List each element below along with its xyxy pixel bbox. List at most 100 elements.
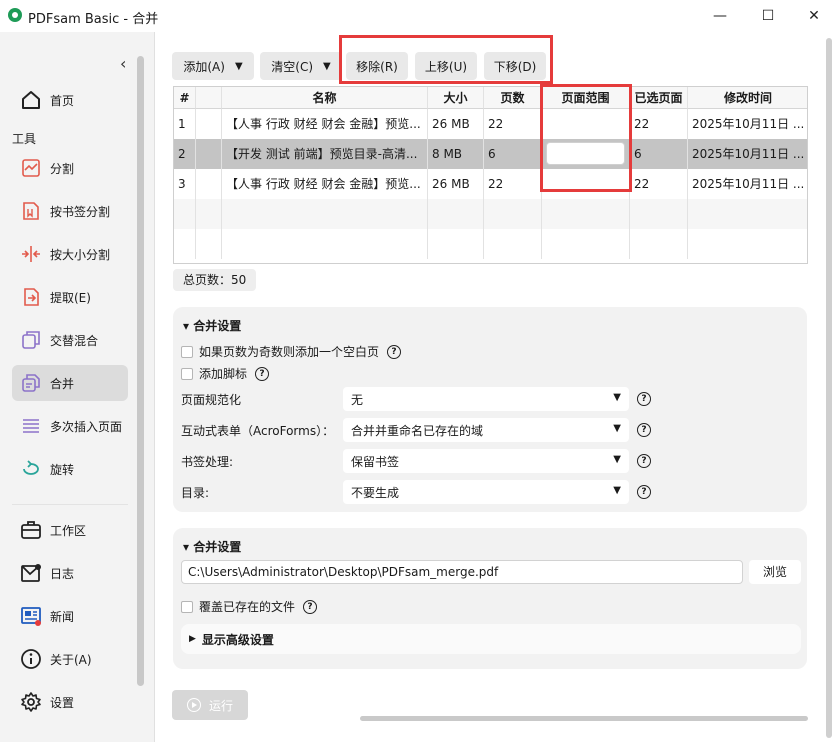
sidebar-item-split-size[interactable]: 按大小分割 bbox=[12, 236, 128, 272]
checkbox-box[interactable] bbox=[181, 345, 193, 358]
row-number: 1 bbox=[174, 109, 196, 139]
add-button[interactable]: 添加(A) ▼ bbox=[172, 52, 254, 80]
sidebar-item-label: 设置 bbox=[50, 695, 75, 710]
sidebar-item-extract[interactable]: 提取(E) bbox=[12, 279, 128, 315]
selected-pages: 22 bbox=[630, 109, 688, 139]
clear-button-label: 清空(C) bbox=[271, 59, 314, 74]
collapse-sidebar-button[interactable]: ‹ bbox=[120, 54, 126, 73]
help-icon[interactable]: ? bbox=[637, 454, 651, 468]
chevron-down-icon: ▼ bbox=[234, 60, 243, 72]
table-row[interactable]: 1 【人事 行政 财经 财会 金融】预览... 26 MB 22 22 2025… bbox=[174, 109, 807, 139]
checkbox-box[interactable] bbox=[181, 600, 193, 613]
run-button-label: 运行 bbox=[208, 698, 233, 713]
column-header[interactable]: 已选页面 bbox=[630, 87, 688, 109]
page-count: 22 bbox=[484, 169, 542, 199]
merge-settings-title[interactable]: ▾ 合并设置 bbox=[183, 317, 241, 334]
file-size: 26 MB bbox=[428, 169, 484, 199]
row-icon-cell bbox=[196, 109, 222, 139]
help-icon[interactable]: ? bbox=[255, 366, 270, 381]
sidebar-item-about[interactable]: 关于(A) bbox=[12, 641, 128, 677]
select-value: 保留书签 bbox=[351, 454, 400, 469]
empty-cell bbox=[196, 229, 222, 259]
advanced-settings-toggle[interactable]: ▶ 显示高级设置 bbox=[181, 624, 801, 654]
empty-row bbox=[174, 199, 807, 229]
sidebar-item-news[interactable]: 新闻 bbox=[12, 598, 128, 634]
bookmarks-select[interactable]: 保留书签 ▼ bbox=[343, 449, 629, 473]
minimize-button[interactable]: — bbox=[697, 0, 743, 32]
overwrite-checkbox[interactable]: 覆盖已存在的文件 ? bbox=[181, 598, 318, 615]
sidebar-item-insert-pages[interactable]: 多次插入页面 bbox=[12, 408, 128, 444]
browse-button[interactable]: 浏览 bbox=[749, 560, 801, 584]
highlight-box-buttons bbox=[339, 35, 553, 84]
sidebar-item-rotate[interactable]: 旋转 bbox=[12, 451, 128, 487]
toc-select[interactable]: 不要生成 ▼ bbox=[343, 480, 629, 504]
empty-cell bbox=[688, 229, 807, 259]
column-header[interactable]: 修改时间 bbox=[688, 87, 807, 109]
sidebar-item-label: 按书签分割 bbox=[50, 204, 111, 219]
news-icon bbox=[18, 605, 44, 627]
empty-cell bbox=[542, 229, 630, 259]
size-split-icon bbox=[18, 243, 44, 265]
chevron-right-icon: ▶ bbox=[189, 634, 196, 644]
sidebar-item-split-bookmarks[interactable]: 按书签分割 bbox=[12, 193, 128, 229]
page-count: 22 bbox=[484, 109, 542, 139]
forms-select[interactable]: 合并并重命名已存在的域 ▼ bbox=[343, 418, 629, 442]
modified-time: 2025年10月11日 ... bbox=[688, 169, 807, 199]
extract-icon bbox=[18, 286, 44, 308]
file-name: 【开发 测试 前端】预览目录-高清... bbox=[222, 139, 428, 169]
log-icon bbox=[18, 562, 44, 584]
sidebar-item-log[interactable]: 日志 bbox=[12, 555, 128, 591]
maximize-button[interactable]: ☐ bbox=[745, 0, 791, 32]
checkbox-label: 覆盖已存在的文件 bbox=[199, 600, 296, 614]
bookmark-split-icon bbox=[18, 200, 44, 222]
help-icon[interactable]: ? bbox=[387, 344, 402, 359]
row-number: 2 bbox=[174, 139, 196, 169]
column-header[interactable]: 页数 bbox=[484, 87, 542, 109]
sidebar-item-label: 旋转 bbox=[50, 462, 75, 477]
help-icon[interactable]: ? bbox=[637, 392, 651, 406]
output-settings-title[interactable]: ▾ 合并设置 bbox=[183, 538, 241, 555]
row-icon-cell bbox=[196, 169, 222, 199]
sidebar-item-home[interactable]: 首页 bbox=[12, 82, 128, 118]
highlight-box-page-range bbox=[540, 84, 632, 192]
close-button[interactable]: ✕ bbox=[791, 0, 837, 32]
clear-button[interactable]: 清空(C) ▼ bbox=[260, 52, 342, 80]
sidebar-item-label: 多次插入页面 bbox=[50, 419, 123, 434]
total-pages-label: 总页数：50 bbox=[173, 269, 257, 291]
sidebar-scrollbar[interactable] bbox=[137, 56, 144, 686]
column-header[interactable] bbox=[196, 87, 222, 109]
checkbox-box[interactable] bbox=[181, 367, 193, 380]
footer-checkbox[interactable]: 添加脚标 ? bbox=[181, 365, 270, 382]
sidebar-item-merge[interactable]: 合并 bbox=[12, 365, 128, 401]
vertical-scrollbar[interactable] bbox=[826, 38, 832, 738]
briefcase-icon bbox=[18, 519, 44, 541]
sidebar-item-workspace[interactable]: 工作区 bbox=[12, 512, 128, 548]
help-icon[interactable]: ? bbox=[303, 599, 318, 614]
empty-cell bbox=[428, 199, 484, 229]
sidebar-item-settings[interactable]: 设置 bbox=[12, 684, 128, 720]
output-settings-panel: ▾ 合并设置 C:\Users\Administrator\Desktop\PD… bbox=[173, 528, 807, 669]
sidebar-item-split[interactable]: 分割 bbox=[12, 150, 128, 186]
table-row-selected[interactable]: 2 【开发 测试 前端】预览目录-高清... 8 MB 6 6 2025年10月… bbox=[174, 139, 807, 169]
sidebar-item-label: 首页 bbox=[50, 93, 75, 108]
blank-page-checkbox[interactable]: 如果页数为奇数则添加一个空白页 ? bbox=[181, 343, 402, 360]
help-icon[interactable]: ? bbox=[637, 485, 651, 499]
sidebar-item-alternate-mix[interactable]: 交替混合 bbox=[12, 322, 128, 358]
help-icon[interactable]: ? bbox=[637, 423, 651, 437]
gear-icon bbox=[18, 691, 44, 713]
normalize-select[interactable]: 无 ▼ bbox=[343, 387, 629, 411]
column-header[interactable]: 大小 bbox=[428, 87, 484, 109]
empty-cell bbox=[428, 229, 484, 259]
add-button-label: 添加(A) bbox=[183, 59, 225, 74]
table-row[interactable]: 3 【人事 行政 财经 财会 金融】预览... 26 MB 22 22 2025… bbox=[174, 169, 807, 199]
column-header[interactable]: 名称 bbox=[222, 87, 428, 109]
run-button[interactable]: 运行 bbox=[172, 690, 248, 720]
empty-cell bbox=[196, 199, 222, 229]
advanced-settings-label: 显示高级设置 bbox=[201, 632, 274, 647]
column-header[interactable]: # bbox=[174, 87, 196, 109]
output-path-input[interactable]: C:\Users\Administrator\Desktop\PDFsam_me… bbox=[181, 560, 743, 584]
file-name: 【人事 行政 财经 财会 金融】预览... bbox=[222, 109, 428, 139]
empty-cell bbox=[484, 229, 542, 259]
forms-label: 互动式表单（AcroForms）： bbox=[181, 424, 335, 438]
horizontal-scrollbar[interactable] bbox=[360, 716, 808, 721]
